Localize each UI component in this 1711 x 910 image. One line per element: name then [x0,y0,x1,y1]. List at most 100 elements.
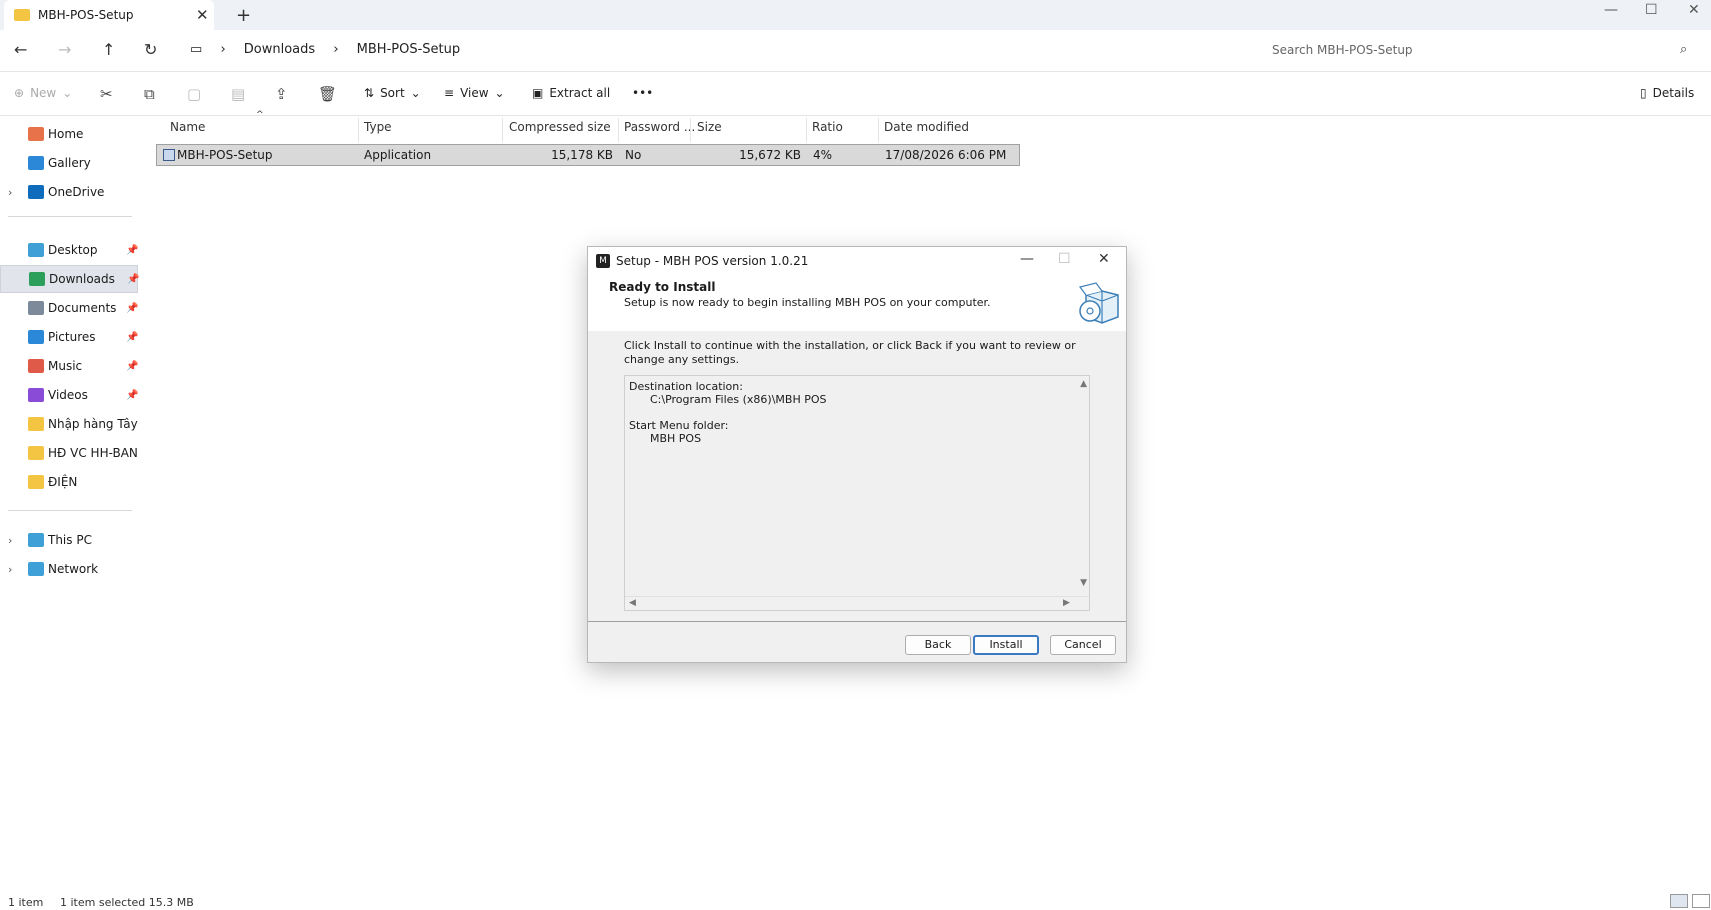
up-arrow-icon[interactable]: ↑ [102,40,115,59]
breadcrumb-mbh-pos-setup[interactable]: MBH-POS-Setup [357,42,460,57]
column-header-compressed-size[interactable]: Compressed size [509,120,611,134]
scroll-down-icon[interactable]: ▼ [1080,578,1087,588]
column-header-date-modified[interactable]: Date modified [884,120,969,134]
search-placeholder: Search MBH-POS-Setup [1272,43,1413,57]
column-header-ratio[interactable]: Ratio [812,120,843,134]
sidebar-item-home[interactable]: Home [0,120,138,148]
sort-caret-icon: ^ [256,110,264,120]
computer-icon[interactable]: ▭ [190,42,202,57]
maximize-icon[interactable]: ☐ [1645,2,1658,18]
folder-icon [14,9,30,21]
cloud-icon [28,185,44,199]
breadcrumb-downloads[interactable]: Downloads [244,42,315,57]
sidebar-item-network[interactable]: › Network [0,555,138,583]
sidebar-item-label: Documents [48,301,117,315]
sidebar-item-onedrive[interactable]: › OneDrive [0,178,138,206]
sort-button[interactable]: ⇅ Sort ⌄ [364,86,421,100]
sidebar-item-hd-vc[interactable]: HĐ VC HH-BAN CH [0,439,138,467]
sidebar-item-desktop[interactable]: Desktop 📌 [0,236,138,264]
column-header-name[interactable]: Name [170,120,205,134]
breadcrumb-separator[interactable]: › [220,42,225,57]
details-button[interactable]: ▯ Details [1640,86,1694,100]
column-header-password[interactable]: Password ... [624,120,695,134]
wizard-heading: Ready to Install [609,280,716,294]
scroll-left-icon[interactable]: ◀ [629,598,636,608]
documents-icon [28,301,44,315]
details-view-icon[interactable] [1670,894,1688,908]
minimize-icon[interactable]: — [1604,2,1618,18]
refresh-icon[interactable]: ↻ [144,40,157,59]
delete-icon[interactable]: 🗑 [318,85,337,103]
sidebar-item-music[interactable]: Music 📌 [0,352,138,380]
sidebar-item-dien[interactable]: ĐIỆN [0,468,138,496]
dialog-title-bar[interactable]: M Setup - MBH POS version 1.0.21 — ☐ ✕ [588,247,1126,275]
cut-icon[interactable]: ✂ [100,85,113,103]
column-divider [690,118,691,142]
tiles-view-icon[interactable] [1692,894,1710,908]
navigation-pane: Home Gallery › OneDrive Desktop 📌 Downlo… [0,116,139,896]
rename-icon[interactable]: ▤ [231,85,245,103]
close-icon[interactable]: ✕ [1688,2,1700,18]
file-ratio: 4% [813,148,833,162]
search-icon[interactable]: ⌕ [1680,42,1687,57]
pictures-icon [28,330,44,344]
sidebar-item-label: Desktop [48,243,98,257]
sidebar-item-downloads[interactable]: Downloads 📌 [0,265,139,293]
music-icon [28,359,44,373]
download-icon [29,272,45,286]
chevron-right-icon[interactable]: › [8,563,12,576]
paste-icon[interactable]: ▢ [187,85,201,103]
chevron-right-icon[interactable]: › [8,186,12,199]
horizontal-scrollbar[interactable] [625,596,1089,610]
cancel-button[interactable]: Cancel [1050,635,1116,655]
dialog-maximize-icon[interactable]: ☐ [1058,251,1071,267]
install-box-icon [1078,282,1119,324]
forward-arrow-icon[interactable]: → [58,40,71,59]
pin-icon: 📌 [126,389,139,401]
dialog-close-icon[interactable]: ✕ [1098,251,1110,267]
back-button[interactable]: Back [905,635,971,655]
breadcrumb-separator[interactable]: › [333,42,338,57]
sidebar-item-this-pc[interactable]: › This PC [0,526,138,554]
pin-icon: 📌 [126,302,139,314]
scroll-up-icon[interactable]: ▲ [1080,379,1087,389]
column-divider [358,118,359,142]
home-icon [28,127,44,141]
column-header-size[interactable]: Size [697,120,722,134]
pin-icon: 📌 [126,360,139,372]
search-input[interactable]: Search MBH-POS-Setup ⌕ [1260,36,1700,66]
install-summary-text: Destination location: C:\Program Files (… [629,380,827,445]
folder-icon [28,475,44,489]
chevron-right-icon[interactable]: › [8,534,12,547]
tab-mbh-pos-setup[interactable]: MBH-POS-Setup ✕ [4,0,214,30]
new-tab-button[interactable]: + [236,5,251,26]
new-button[interactable]: ⊕ New ⌄ [14,86,72,100]
sidebar-item-documents[interactable]: Documents 📌 [0,294,138,322]
view-button[interactable]: ≡ View ⌄ [444,86,505,100]
setup-dialog: M Setup - MBH POS version 1.0.21 — ☐ ✕ R… [587,246,1127,663]
folder-icon [28,417,44,431]
back-arrow-icon[interactable]: ← [14,40,27,59]
sidebar-item-videos[interactable]: Videos 📌 [0,381,138,409]
install-summary-memo[interactable]: Destination location: C:\Program Files (… [624,375,1090,611]
details-pane-icon: ▯ [1640,86,1647,100]
selection-info: 1 item selected 15.3 MB [60,896,194,909]
dialog-minimize-icon[interactable]: — [1020,251,1034,267]
column-header-type[interactable]: Type [364,120,392,134]
file-size: 15,672 KB [739,148,801,162]
table-row[interactable]: MBH-POS-Setup Application 15,178 KB No 1… [156,144,1020,166]
sidebar-item-nhap-hang[interactable]: Nhập hàng Tây Nam [0,410,138,438]
more-options-button[interactable]: ••• [632,86,653,100]
install-button[interactable]: Install [973,635,1039,655]
scroll-right-icon[interactable]: ▶ [1063,598,1070,608]
extract-all-button[interactable]: ▣ Extract all [532,86,610,100]
copy-icon[interactable]: ⧉ [144,85,155,103]
new-label: New [30,86,57,100]
sidebar-item-pictures[interactable]: Pictures 📌 [0,323,138,351]
status-bar: 1 item 1 item selected 15.3 MB [0,894,1711,910]
view-label: View [460,86,489,100]
tab-close-icon[interactable]: ✕ [196,6,209,24]
share-icon[interactable]: ⇪ [275,85,288,103]
sidebar-item-gallery[interactable]: Gallery [0,149,138,177]
details-label: Details [1652,86,1695,100]
